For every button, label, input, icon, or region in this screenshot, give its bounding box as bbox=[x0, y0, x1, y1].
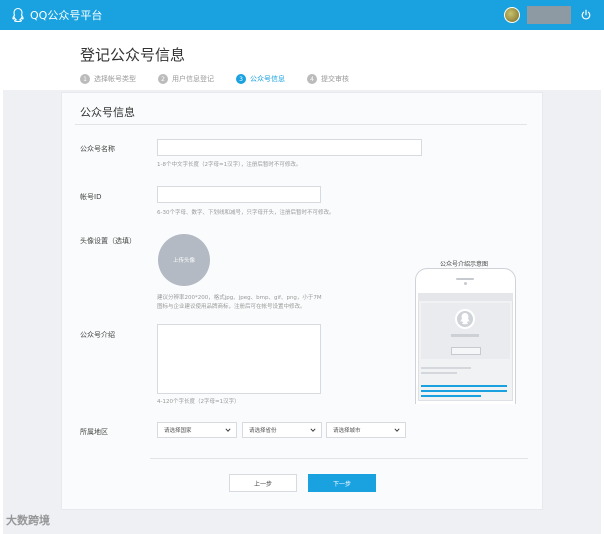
qq-penguin-icon bbox=[12, 7, 24, 23]
avatar-hint-line-2: 图标与企业建议使用品牌商标，注册后可在帐号设置中修改。 bbox=[157, 304, 306, 310]
phone-text-line bbox=[421, 367, 471, 369]
city-select-value: 请选择城市 bbox=[333, 428, 361, 434]
id-input[interactable] bbox=[157, 186, 321, 203]
phone-camera-dot bbox=[464, 282, 467, 285]
step-number: 4 bbox=[307, 74, 317, 84]
next-step-button[interactable]: 下一步 bbox=[308, 474, 376, 492]
intro-textarea[interactable] bbox=[157, 324, 321, 394]
avatar-hint-line-1: 建议分辨率200*200，格式jpg、jpeg、bmp、gif、png，小于7M bbox=[157, 295, 322, 301]
phone-status-bar bbox=[418, 293, 513, 301]
username-redacted[interactable] bbox=[527, 6, 571, 24]
power-icon[interactable] bbox=[580, 9, 592, 21]
name-label: 公众号名称 bbox=[80, 145, 115, 153]
country-select[interactable]: 请选择国家 bbox=[157, 422, 237, 438]
avatar-label: 头像设置（选填） bbox=[80, 237, 136, 245]
country-select-value: 请选择国家 bbox=[164, 428, 192, 434]
upload-avatar-button[interactable]: 上传头像 bbox=[158, 234, 210, 286]
province-select-value: 请选择省份 bbox=[249, 428, 277, 434]
province-select[interactable]: 请选择省份 bbox=[242, 422, 322, 438]
region-label: 所属地区 bbox=[80, 428, 108, 436]
city-select[interactable]: 请选择城市 bbox=[326, 422, 406, 438]
step-label: 选择帐号类型 bbox=[94, 75, 136, 83]
intro-hint: 4-120个字长度（2字母=1汉字） bbox=[157, 399, 240, 405]
chevron-down-icon bbox=[394, 428, 400, 432]
upload-avatar-label: 上传头像 bbox=[172, 258, 195, 264]
step-label: 用户信息登记 bbox=[172, 75, 214, 83]
id-label: 帐号ID bbox=[80, 193, 102, 201]
app-logo[interactable]: QQ公众号平台 bbox=[10, 7, 102, 23]
phone-name-placeholder bbox=[451, 334, 479, 337]
step-number: 1 bbox=[80, 74, 90, 84]
chevron-down-icon bbox=[225, 428, 231, 432]
step-4: 4 提交审核 bbox=[307, 74, 349, 84]
step-number: 2 bbox=[158, 74, 168, 84]
prev-step-button[interactable]: 上一步 bbox=[229, 474, 297, 492]
phone-follow-button-placeholder bbox=[451, 347, 481, 355]
step-3-active: 3 公众号信息 bbox=[236, 74, 285, 84]
step-label: 公众号信息 bbox=[250, 75, 285, 83]
name-hint: 1-8个中文字长度（2字母=1汉字），注册后暂时不可修改。 bbox=[157, 162, 302, 168]
id-hint: 6-30个字母、数字、下划线和减号，只字母开头，注册后暂时不可修改。 bbox=[157, 210, 335, 216]
watermark: 大数跨境 bbox=[6, 512, 50, 528]
phone-avatar-placeholder bbox=[455, 309, 475, 329]
intro-label: 公众号介绍 bbox=[80, 331, 115, 339]
step-indicator: 1 选择帐号类型 2 用户信息登记 3 公众号信息 4 提交审核 bbox=[80, 74, 371, 84]
preview-title: 公众号介绍示意图 bbox=[440, 261, 489, 268]
user-avatar[interactable] bbox=[504, 7, 520, 23]
step-1: 1 选择帐号类型 bbox=[80, 74, 136, 84]
section-divider bbox=[75, 124, 527, 125]
top-bar: QQ公众号平台 bbox=[0, 0, 604, 30]
phone-intro-highlight-line bbox=[421, 385, 507, 387]
phone-text-line bbox=[421, 372, 457, 374]
watermark-text: 大数跨境 bbox=[6, 514, 50, 527]
phone-speaker bbox=[456, 278, 474, 280]
page-title: 登记公众号信息 bbox=[80, 46, 186, 64]
qq-penguin-icon bbox=[460, 313, 470, 325]
step-label: 提交审核 bbox=[321, 75, 349, 83]
phone-intro-highlight-line bbox=[421, 395, 481, 397]
chevron-down-icon bbox=[310, 428, 316, 432]
name-input[interactable] bbox=[157, 139, 422, 156]
phone-intro-highlight-line bbox=[421, 390, 507, 392]
step-2: 2 用户信息登记 bbox=[158, 74, 214, 84]
bottom-divider bbox=[150, 458, 528, 459]
app-title: QQ公众号平台 bbox=[30, 9, 103, 22]
section-title: 公众号信息 bbox=[80, 106, 135, 119]
step-number: 3 bbox=[236, 74, 246, 84]
